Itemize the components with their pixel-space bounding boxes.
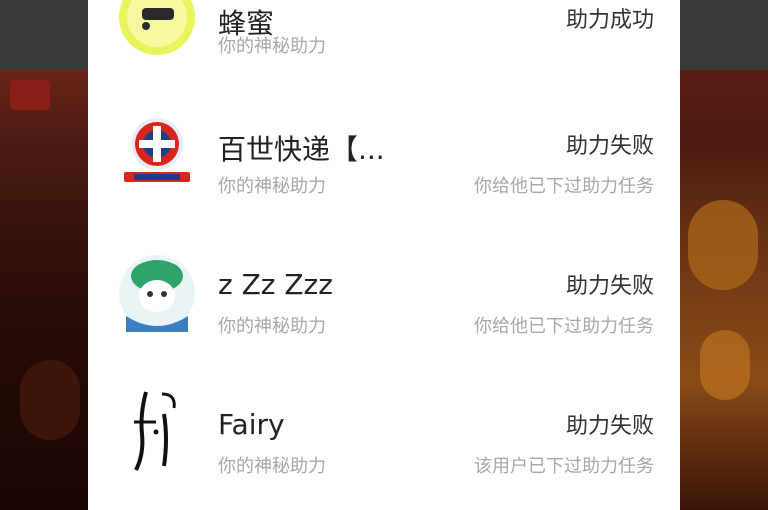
list-item-status: 助力成功 [565, 8, 654, 33]
list-item[interactable]: 蜂蜜 你的神秘助力 助力成功 [88, 0, 680, 102]
list-item-note: 你给他已下过助力任务 [474, 316, 654, 337]
background-left-strip [0, 0, 90, 510]
background-right-strip [680, 0, 768, 510]
list-item-name: Fairy [218, 408, 285, 441]
green-cartoon-avatar-icon [118, 254, 196, 332]
list-item-status: 助力失败 [565, 414, 654, 439]
best-express-logo-icon [118, 112, 196, 190]
list-item-subtitle: 你的神秘助力 [218, 316, 326, 337]
list-item[interactable]: Fairy 你的神秘助力 助力失败 该用户已下过助力任务 [88, 384, 680, 508]
list-item[interactable]: z Zz Zzz 你的神秘助力 助力失败 你给他已下过助力任务 [88, 255, 680, 368]
list-item-status: 助力失败 [565, 274, 654, 299]
list-item-note: 你给他已下过助力任务 [474, 176, 654, 197]
list-item-subtitle: 你的神秘助力 [218, 36, 326, 57]
handwriting-f-avatar-icon [118, 384, 196, 474]
list-item[interactable]: 百世快递【... 你的神秘助力 助力失败 你给他已下过助力任务 [88, 118, 680, 228]
list-item-status: 助力失败 [565, 134, 654, 159]
list-item-subtitle: 你的神秘助力 [218, 456, 326, 477]
yellow-smiley-avatar-icon [118, 0, 196, 56]
helper-list-sheet: 蜂蜜 你的神秘助力 助力成功 百世快递【... 你的神秘助力 助力失败 你给他已… [88, 0, 680, 510]
list-item-name: 百世快递【... [218, 133, 385, 166]
list-item-name: z Zz Zzz [218, 268, 333, 301]
list-item-note: 该用户已下过助力任务 [474, 456, 654, 477]
list-item-subtitle: 你的神秘助力 [218, 176, 326, 197]
